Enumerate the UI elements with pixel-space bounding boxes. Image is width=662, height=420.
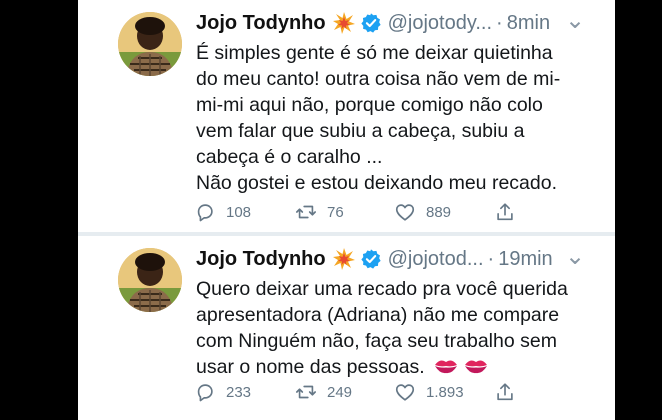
timestamp[interactable]: 19min [498, 244, 552, 274]
tweet[interactable]: Jojo Todynho @jojotody... · 8min ⌄ É sim… [78, 0, 615, 232]
avatar[interactable] [118, 248, 182, 312]
kiss-mark-emoji-icon [433, 356, 459, 376]
tweet-text: Quero deixar uma recado pra você querida… [196, 276, 596, 380]
retweet-icon [296, 205, 316, 219]
display-name[interactable]: Jojo Todynho [196, 244, 326, 274]
timestamp[interactable]: 8min [507, 8, 550, 38]
display-name[interactable]: Jojo Todynho [196, 8, 326, 38]
heart-icon [395, 204, 415, 221]
collision-emoji-icon [332, 247, 356, 271]
like-count: 1.893 [426, 383, 464, 401]
retweet-icon [296, 385, 316, 399]
separator-dot: · [496, 12, 503, 34]
reply-count: 233 [226, 383, 252, 401]
reply-button[interactable]: 233 [194, 380, 251, 404]
user-handle[interactable]: @jojotody... [388, 8, 492, 38]
kiss-mark-emoji-icon [463, 356, 489, 376]
retweet-count: 76 [327, 203, 344, 221]
avatar[interactable] [118, 12, 182, 76]
heart-icon [395, 384, 415, 401]
tweet-text: É simples gente é só me deixar quietinha… [196, 42, 561, 194]
retweet-button[interactable]: 76 [295, 200, 344, 224]
chevron-down-icon[interactable]: ⌄ [563, 244, 587, 274]
collision-emoji-icon [332, 11, 356, 35]
chevron-down-icon[interactable]: ⌄ [563, 8, 587, 38]
reply-icon [197, 384, 213, 402]
like-count: 889 [426, 203, 452, 221]
retweet-button[interactable]: 249 [295, 380, 352, 404]
reply-count: 108 [226, 203, 252, 221]
reply-icon [197, 204, 213, 222]
share-icon [497, 203, 513, 221]
reply-button[interactable]: 108 [194, 200, 251, 224]
separator-dot: · [487, 248, 495, 270]
user-handle[interactable]: @jojotod... [388, 244, 484, 274]
like-button[interactable]: 889 [394, 200, 451, 224]
share-icon [497, 383, 513, 401]
tweet-header: Jojo Todynho @jojotody... · 8min [196, 8, 550, 38]
tweet-screenshot-frame: Jojo Todynho @jojotody... · 8min ⌄ É sim… [78, 0, 615, 420]
verified-badge-icon [360, 248, 382, 270]
tweet-text-content: Quero deixar uma recado pra você querida… [196, 278, 568, 378]
like-button[interactable]: 1.893 [394, 380, 464, 404]
share-button[interactable] [494, 380, 516, 404]
retweet-count: 249 [327, 383, 353, 401]
tweet-header: Jojo Todynho @jojotod... · 19min [196, 244, 553, 274]
verified-badge-icon [360, 12, 382, 34]
tweet[interactable]: Jojo Todynho @jojotod... · 19min ⌄ Quero… [78, 236, 615, 420]
share-button[interactable] [494, 200, 516, 224]
